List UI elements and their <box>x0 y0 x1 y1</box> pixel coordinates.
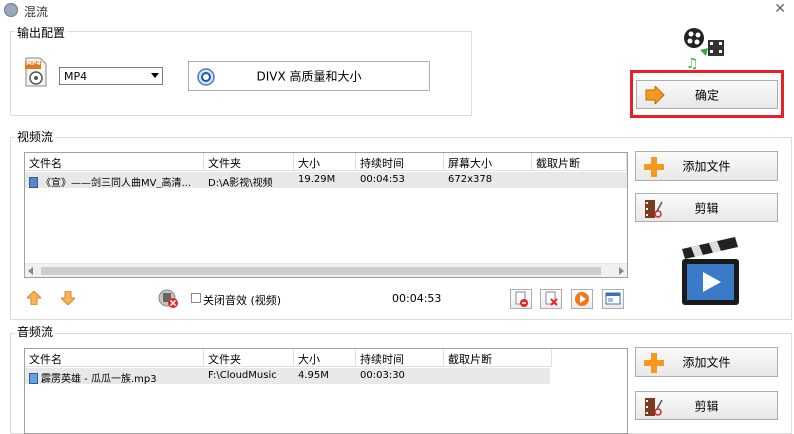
column-header[interactable]: 文件名 <box>25 153 204 171</box>
add-audio-file-label: 添加文件 <box>682 355 731 370</box>
table-row[interactable]: 《宣》——剑三同人曲MV_高清... D:\A影视\视频 19.29M 00:0… <box>25 172 627 188</box>
clip-video-button[interactable]: 剪辑 <box>635 193 778 222</box>
duration-cell: 00:04:53 <box>360 174 405 185</box>
folder-cell: F:\CloudMusic <box>208 370 277 381</box>
clip-audio-button[interactable]: 剪辑 <box>635 391 778 420</box>
column-header[interactable]: 大小 <box>294 153 356 171</box>
confirm-button[interactable]: 确定 <box>636 80 778 109</box>
mute-audio-icon[interactable] <box>157 289 179 309</box>
output-config-label: 输出配置 <box>15 24 68 41</box>
delete-file-icon <box>545 291 558 306</box>
remove-file-button[interactable] <box>510 289 532 309</box>
format-select[interactable]: MP4 <box>59 67 163 85</box>
video-table-header: 文件名 文件夹 大小 持续时间 屏幕大小 截取片断 <box>25 153 627 171</box>
size-cell: 19.29M <box>298 174 336 185</box>
title-bar: 混流 ✕ <box>0 0 794 20</box>
mute-audio-checkbox[interactable] <box>191 293 201 303</box>
svg-text:♫: ♫ <box>686 56 699 70</box>
play-button[interactable] <box>571 289 593 309</box>
film-music-icon: ♫ <box>682 26 726 72</box>
audio-table-header: 文件名 文件夹 大小 持续时间 截取片断 <box>25 349 552 367</box>
mute-audio-label: 关闭音效 (视频) <box>203 294 282 307</box>
video-stream-label: 视频流 <box>15 128 56 145</box>
column-header[interactable]: 大小 <box>294 349 356 367</box>
audio-file-icon <box>29 373 38 384</box>
mp4-file-icon: MP4 <box>24 57 48 87</box>
column-header[interactable]: 截取片断 <box>444 349 552 367</box>
video-file-icon <box>29 177 38 188</box>
column-header[interactable]: 屏幕大小 <box>444 153 532 171</box>
column-header[interactable]: 文件夹 <box>204 153 294 171</box>
add-video-file-label: 添加文件 <box>682 159 731 174</box>
add-audio-file-button[interactable]: 添加文件 <box>635 347 778 377</box>
app-icon <box>4 3 18 17</box>
close-button[interactable]: ✕ <box>774 1 786 17</box>
file-name-cell: 霹雳英雄 - 瓜瓜一族.mp3 <box>25 368 204 384</box>
chevron-down-icon <box>151 73 159 78</box>
file-name-cell: 《宣》——剑三同人曲MV_高清... <box>25 172 204 188</box>
column-header[interactable]: 持续时间 <box>356 349 444 367</box>
table-row[interactable]: 霹雳英雄 - 瓜瓜一族.mp3 F:\CloudMusic 4.95M 00:0… <box>25 368 550 384</box>
scroll-left-icon[interactable] <box>28 267 33 275</box>
confirm-label: 确定 <box>694 88 719 102</box>
format-select-value: MP4 <box>64 70 88 83</box>
clip-cell <box>532 172 627 188</box>
delete-file-button[interactable] <box>540 289 562 309</box>
horizontal-scrollbar[interactable] <box>25 263 627 277</box>
play-icon <box>575 292 589 306</box>
size-cell: 4.95M <box>298 370 329 381</box>
duration-cell: 00:03:30 <box>360 370 405 381</box>
window-title: 混流 <box>24 5 49 19</box>
folder-cell: D:\A影视\视频 <box>208 178 273 188</box>
move-up-icon[interactable] <box>25 290 43 306</box>
clip-video-label: 剪辑 <box>694 201 719 215</box>
audio-stream-label: 音频流 <box>15 323 56 340</box>
column-header[interactable]: 文件夹 <box>204 349 294 367</box>
scrollbar-thumb[interactable] <box>41 267 601 275</box>
column-header[interactable]: 持续时间 <box>356 153 444 171</box>
video-file-table[interactable]: 文件名 文件夹 大小 持续时间 屏幕大小 截取片断 《宣》——剑三同人曲MV_高… <box>24 152 628 278</box>
column-header[interactable]: 文件名 <box>25 349 204 367</box>
profile-button[interactable]: DIVX 高质量和大小 <box>188 61 430 91</box>
total-duration: 00:04:53 <box>392 292 442 305</box>
profile-label: DIVX 高质量和大小 <box>256 69 362 84</box>
preview-window-icon <box>605 292 621 305</box>
preview-button[interactable] <box>602 289 624 309</box>
screen-size-cell: 672x378 <box>448 174 493 185</box>
clip-audio-label: 剪辑 <box>694 399 719 413</box>
clapperboard-icon <box>679 235 741 307</box>
clip-cell <box>444 368 550 384</box>
add-video-file-button[interactable]: 添加文件 <box>635 151 778 181</box>
audio-file-table[interactable]: 文件名 文件夹 大小 持续时间 截取片断 霹雳英雄 - 瓜瓜一族.mp3 F:\… <box>24 348 628 434</box>
remove-file-icon <box>515 291 528 307</box>
column-header[interactable]: 截取片断 <box>532 153 627 171</box>
move-down-icon[interactable] <box>59 290 77 306</box>
scroll-right-icon[interactable] <box>619 267 624 275</box>
